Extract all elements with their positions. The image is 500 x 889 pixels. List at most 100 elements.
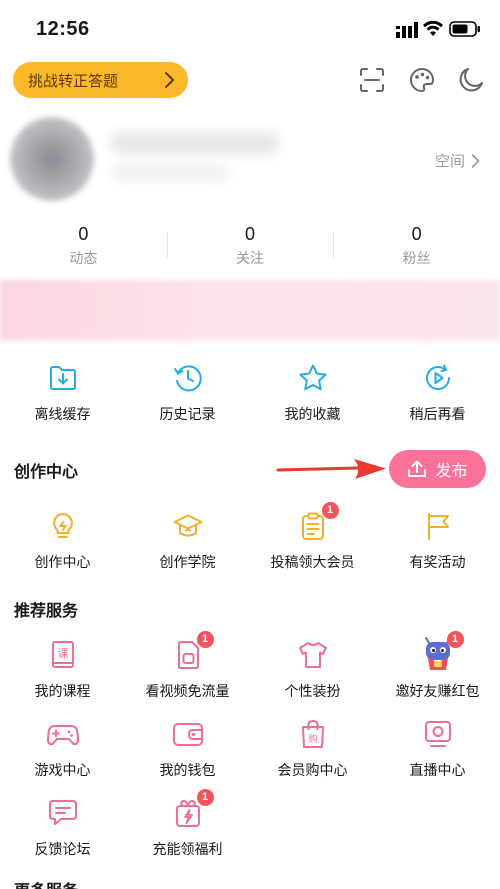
avatar[interactable] — [10, 117, 94, 201]
section-title-recommend: 推荐服务 — [14, 603, 79, 620]
space-label: 空间 — [434, 153, 465, 170]
quick-favorites[interactable]: 我的收藏 — [250, 360, 375, 424]
creation-center-item[interactable]: 创作中心 — [0, 508, 125, 572]
shopping-bag-icon: 购 — [295, 716, 331, 752]
quick-label: 离线缓存 — [34, 406, 91, 422]
graduation-cap-icon — [170, 508, 206, 544]
recommend-label: 反馈论坛 — [34, 841, 91, 857]
username-blurred — [110, 132, 280, 154]
stat-label: 关注 — [236, 250, 264, 266]
svg-text:课: 课 — [57, 647, 68, 660]
palette-icon[interactable] — [408, 66, 436, 94]
notification-badge: 1 — [446, 631, 464, 648]
recommend-label: 我的课程 — [34, 683, 91, 699]
quick-watch-later[interactable]: 稍后再看 — [375, 360, 500, 424]
recommend-label: 我的钱包 — [159, 762, 216, 778]
energy-welfare-item[interactable]: 1 充能领福利 — [125, 789, 250, 859]
feedback-forum-item[interactable]: 反馈论坛 — [0, 795, 125, 859]
moon-icon[interactable] — [457, 66, 485, 94]
notification-badge: 1 — [196, 631, 214, 648]
scan-icon[interactable] — [358, 66, 386, 94]
lightbulb-icon — [45, 508, 81, 544]
stats-row: 0 动态 0 关注 0 粉丝 — [0, 222, 500, 270]
recommend-label: 直播中心 — [409, 762, 466, 778]
download-folder-icon — [45, 360, 81, 396]
quick-actions-row: 离线缓存 历史记录 我的收藏 稍后再看 — [0, 360, 500, 424]
creation-row: 创作中心 创作学院 1 投稿领大会员 有奖活动 — [0, 502, 500, 572]
my-courses-item[interactable]: 课 我的课程 — [0, 637, 125, 701]
stat-value: 0 — [78, 224, 89, 244]
live-center-item[interactable]: 直播中心 — [375, 716, 500, 780]
energy-gift-icon: 1 — [170, 789, 214, 831]
upload-icon — [408, 460, 427, 477]
publish-label: 发布 — [435, 463, 468, 480]
flag-icon — [420, 508, 456, 544]
rewards-activity-item[interactable]: 有奖活动 — [375, 508, 500, 572]
quick-label: 历史记录 — [159, 406, 216, 422]
recommend-row-1: 课 我的课程 1 看视频免流量 个性装扮 1 邀好友赚红包 — [0, 631, 500, 701]
status-bar: 12:56 — [0, 0, 500, 58]
recommend-label: 游戏中心 — [34, 762, 91, 778]
creation-label: 投稿领大会员 — [270, 554, 355, 570]
game-center-item[interactable]: 游戏中心 — [0, 716, 125, 780]
svg-text:购: 购 — [308, 733, 317, 745]
recommend-label: 邀好友赚红包 — [395, 683, 480, 699]
tshirt-icon — [295, 637, 331, 673]
profile-header[interactable]: 空间 — [0, 112, 500, 202]
recommend-label: 会员购中心 — [277, 762, 348, 778]
challenge-quiz-button[interactable]: 挑战转正答题 — [13, 62, 188, 98]
wifi-icon — [423, 20, 443, 36]
submit-vip-item[interactable]: 1 投稿领大会员 — [250, 502, 375, 572]
wallet-item[interactable]: 我的钱包 — [125, 716, 250, 780]
member-shop-item[interactable]: 购 会员购中心 — [250, 716, 375, 780]
chevron-right-icon — [165, 72, 174, 88]
stat-following[interactable]: 0 关注 — [166, 222, 334, 270]
creation-academy-item[interactable]: 创作学院 — [125, 508, 250, 572]
banner-fade — [0, 335, 500, 355]
free-data-item[interactable]: 1 看视频免流量 — [125, 631, 250, 701]
mascot-icon: 1 — [420, 631, 464, 673]
cellular-signal-icon — [396, 22, 418, 38]
status-time: 12:56 — [36, 18, 90, 40]
space-link[interactable]: 空间 — [435, 150, 480, 171]
publish-button[interactable]: 发布 — [389, 450, 486, 488]
creation-label: 有奖活动 — [409, 554, 466, 570]
section-title-more: 更多服务 — [14, 877, 78, 889]
feedback-chat-icon — [45, 795, 81, 831]
notification-badge: 1 — [196, 789, 214, 806]
battery-icon — [449, 21, 480, 37]
clipboard-icon: 1 — [295, 502, 339, 544]
invite-friends-item[interactable]: 1 邀好友赚红包 — [375, 631, 500, 701]
stat-fans[interactable]: 0 粉丝 — [333, 222, 500, 270]
vip-banner-blurred[interactable] — [0, 280, 500, 342]
quick-history[interactable]: 历史记录 — [125, 360, 250, 424]
quick-offline-cache[interactable]: 离线缓存 — [0, 360, 125, 424]
challenge-label: 挑战转正答题 — [28, 72, 119, 90]
live-tv-icon — [420, 716, 456, 752]
star-icon — [295, 360, 331, 396]
creation-label: 创作中心 — [34, 554, 91, 570]
stat-value: 0 — [411, 224, 422, 244]
recommend-label: 个性装扮 — [284, 683, 341, 699]
user-info-blurred — [110, 166, 230, 180]
wallet-icon — [170, 716, 206, 752]
section-title-creation: 创作中心 — [14, 464, 79, 481]
red-arrow-annotation — [276, 459, 386, 479]
history-clock-icon — [170, 360, 206, 396]
quick-label: 我的收藏 — [284, 406, 341, 422]
notification-badge: 1 — [321, 502, 339, 519]
stat-dynamics[interactable]: 0 动态 — [0, 222, 167, 270]
stat-value: 0 — [245, 224, 256, 244]
sim-card-icon: 1 — [170, 631, 214, 673]
quick-label: 稍后再看 — [409, 406, 466, 422]
recommend-row-2: 游戏中心 我的钱包 购 会员购中心 直播中心 — [0, 716, 500, 780]
recommend-label: 看视频免流量 — [145, 683, 230, 699]
gamepad-icon — [45, 716, 81, 752]
personal-dress-item[interactable]: 个性装扮 — [250, 637, 375, 701]
chevron-right-icon — [471, 153, 480, 168]
stat-label: 动态 — [69, 250, 98, 266]
stat-label: 粉丝 — [402, 250, 431, 266]
course-book-icon: 课 — [45, 637, 81, 673]
recommend-row-3: 反馈论坛 1 充能领福利 — [0, 789, 500, 859]
play-later-icon — [420, 360, 456, 396]
